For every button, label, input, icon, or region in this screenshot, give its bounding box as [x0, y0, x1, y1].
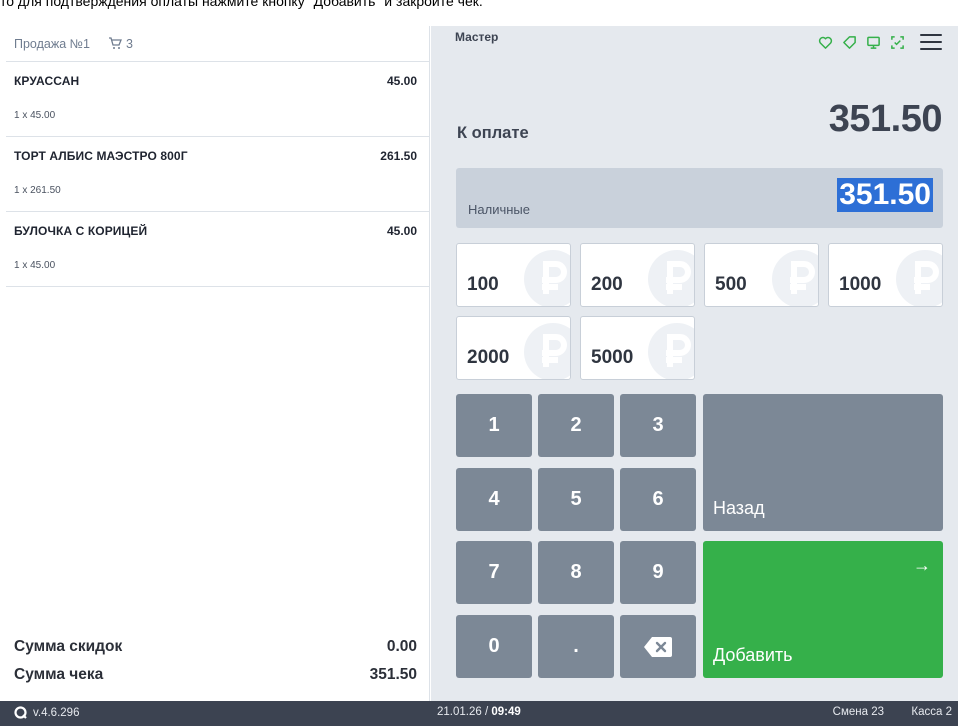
logo-icon — [14, 706, 27, 719]
monitor-icon[interactable] — [866, 35, 881, 50]
bill-button-5000[interactable]: 5000 — [580, 316, 695, 380]
ruble-icon — [772, 250, 818, 306]
receipt-item[interactable]: БУЛОЧКА С КОРИЦЕЙ 45.00 1 x 45.00 — [6, 212, 429, 287]
key-6[interactable]: 6 — [620, 468, 696, 531]
ruble-icon — [648, 323, 694, 379]
key-dot[interactable]: . — [538, 615, 614, 678]
key-9[interactable]: 9 — [620, 541, 696, 604]
item-qty: 1 x 45.00 — [14, 110, 56, 121]
sale-header: Продажа №1 3 — [6, 26, 429, 62]
item-name: КРУАССАН — [14, 74, 80, 88]
total-value: 351.50 — [369, 666, 417, 683]
bill-button-2000[interactable]: 2000 — [456, 316, 571, 380]
bill-button-100[interactable]: 100 — [456, 243, 571, 307]
menu-icon[interactable] — [920, 34, 942, 50]
item-qty: 1 x 261.50 — [14, 185, 61, 196]
bill-amount: 100 — [467, 274, 499, 295]
key-0[interactable]: 0 — [456, 615, 532, 678]
instruction-text: то для подтверждения оплаты нажмите кноп… — [0, 0, 483, 9]
key-2[interactable]: 2 — [538, 394, 614, 457]
cashier-name: Мастер — [455, 30, 499, 44]
discount-value: 0.00 — [386, 638, 417, 655]
arrow-right-icon: → — [913, 555, 931, 575]
ruble-icon — [524, 323, 570, 379]
item-price: 45.00 — [386, 224, 417, 238]
backspace-icon — [644, 636, 672, 657]
datetime: 21.01.26 / 09:49 — [437, 706, 521, 718]
key-5[interactable]: 5 — [538, 468, 614, 531]
heart-icon[interactable] — [818, 35, 833, 50]
scan-icon[interactable] — [890, 35, 905, 50]
item-name: ТОРТ АЛБИС МАЭСТРО 800Г — [14, 149, 188, 163]
version-text: v.4.6.296 — [33, 706, 80, 719]
date-text: 21.01.26 / — [437, 706, 489, 718]
key-8[interactable]: 8 — [538, 541, 614, 604]
item-qty: 1 x 45.00 — [14, 260, 56, 271]
bill-button-200[interactable]: 200 — [580, 243, 695, 307]
register-label: Касса 2 — [911, 706, 952, 718]
receipt-item[interactable]: ТОРТ АЛБИС МАЭСТРО 800Г 261.50 1 x 261.5… — [6, 137, 429, 212]
bill-amount: 2000 — [467, 347, 510, 368]
ruble-icon — [896, 250, 942, 306]
status-bar: v.4.6.296 21.01.26 / 09:49 Смена 23 Касс… — [0, 701, 958, 726]
discount-label: Сумма скидок — [14, 638, 123, 655]
due-label: К оплате — [457, 124, 529, 142]
back-button[interactable]: Назад — [703, 394, 943, 531]
cash-payment-field[interactable]: Наличные 351.50 — [456, 168, 943, 228]
bill-amount: 1000 — [839, 274, 882, 295]
item-price: 261.50 — [380, 149, 417, 163]
key-4[interactable]: 4 — [456, 468, 532, 531]
receipt-item[interactable]: КРУАССАН 45.00 1 x 45.00 — [6, 62, 429, 137]
time-text: 09:49 — [491, 706, 521, 718]
bill-amount: 5000 — [591, 347, 634, 368]
payment-panel: Мастер К оплате 351.50 Наличные 351.50 1… — [431, 26, 958, 701]
bill-button-1000[interactable]: 1000 — [828, 243, 943, 307]
bill-amount: 200 — [591, 274, 623, 295]
sale-title: Продажа №1 — [14, 36, 91, 51]
key-7[interactable]: 7 — [456, 541, 532, 604]
discount-row: Сумма скидок 0.00 — [14, 633, 417, 661]
total-row: Сумма чека 351.50 — [14, 661, 417, 689]
cart-icon — [109, 37, 122, 49]
key-1[interactable]: 1 — [456, 394, 532, 457]
due-amount: 351.50 — [828, 98, 943, 140]
bill-amount: 500 — [715, 274, 747, 295]
top-toolbar — [818, 34, 942, 50]
backspace-button[interactable] — [620, 615, 696, 678]
add-label: Добавить — [713, 645, 793, 665]
add-button[interactable]: → Добавить — [703, 541, 943, 678]
payment-method-label: Наличные — [468, 202, 530, 217]
cart-count: 3 — [126, 36, 133, 51]
payment-amount-input[interactable]: 351.50 — [837, 178, 933, 212]
cart-counter: 3 — [108, 37, 133, 51]
shift-label: Смена 23 — [832, 706, 884, 718]
total-label: Сумма чека — [14, 666, 104, 683]
ruble-icon — [524, 250, 570, 306]
item-name: БУЛОЧКА С КОРИЦЕЙ — [14, 224, 148, 238]
app-version: v.4.6.296 — [14, 706, 79, 719]
item-price: 45.00 — [386, 74, 417, 88]
receipt-totals: Сумма скидок 0.00 Сумма чека 351.50 — [14, 633, 417, 689]
tag-icon[interactable] — [842, 35, 857, 50]
back-label: Назад — [713, 498, 765, 518]
bill-button-500[interactable]: 500 — [704, 243, 819, 307]
receipt-panel: Продажа №1 3 КРУАССАН 45.00 1 x 45.00 ТО… — [6, 26, 430, 701]
ruble-icon — [648, 250, 694, 306]
key-3[interactable]: 3 — [620, 394, 696, 457]
